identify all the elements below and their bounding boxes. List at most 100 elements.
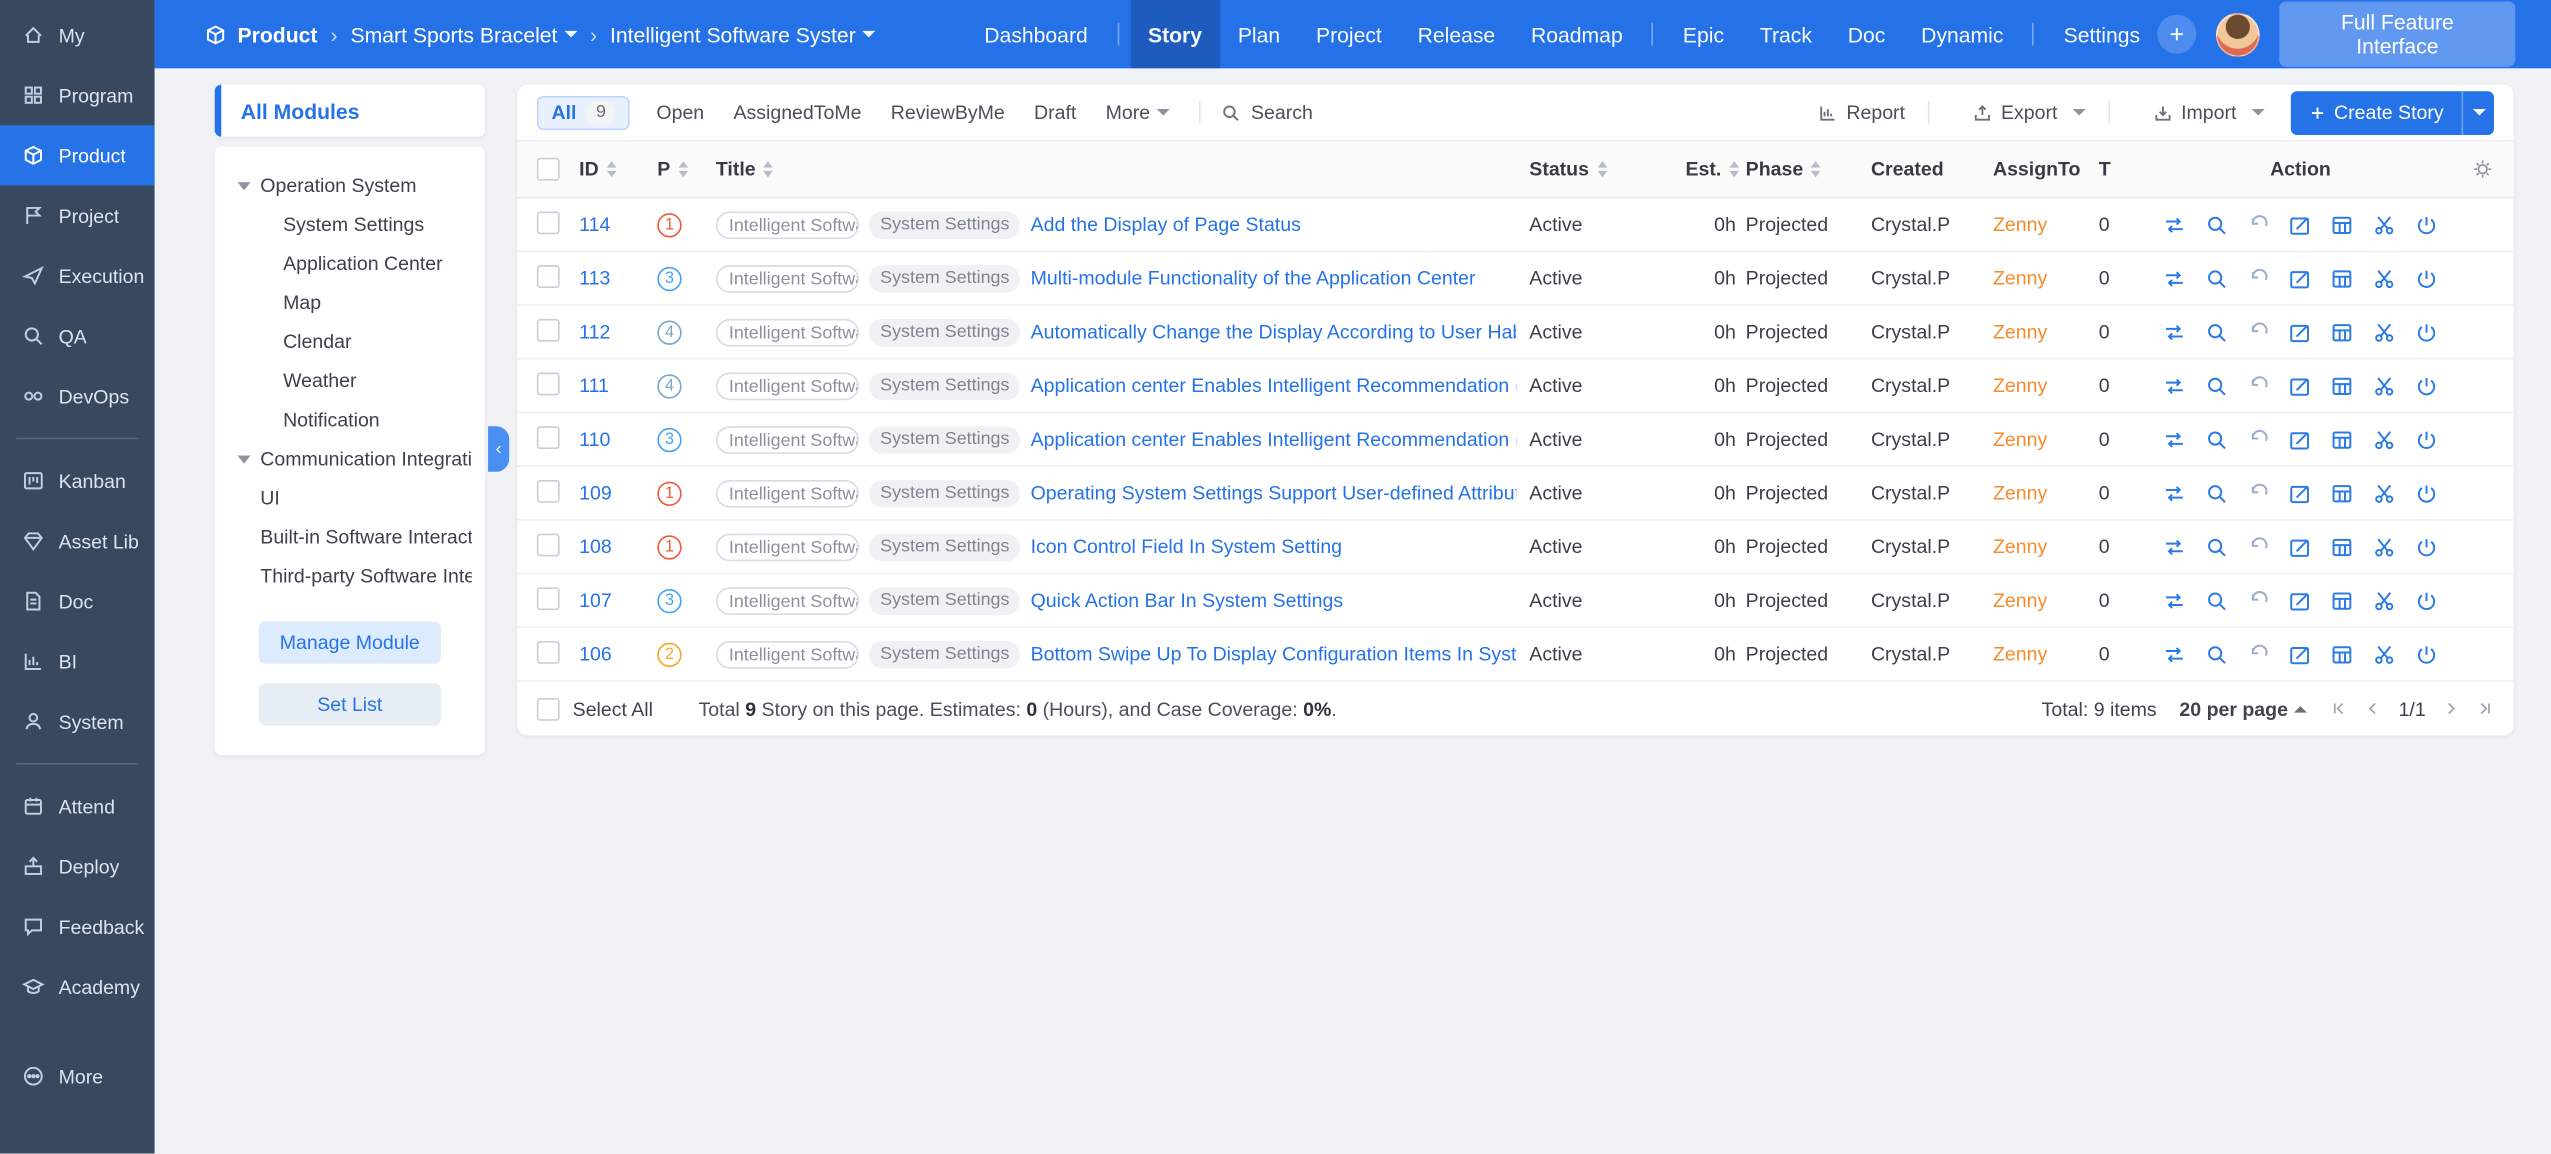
story-id-link[interactable]: 114 (579, 213, 657, 236)
module-tree-item[interactable]: Notification (228, 400, 472, 439)
change-icon[interactable] (2162, 534, 2186, 558)
create-case-icon[interactable] (2330, 320, 2354, 344)
breadcrumb-product-select[interactable]: Smart Sports Bracelet (351, 22, 577, 46)
subdivide-icon[interactable] (2372, 427, 2396, 451)
next-page-button[interactable] (2442, 700, 2460, 718)
tab-more[interactable]: More (1106, 101, 1170, 124)
sidebar-item[interactable]: More (0, 1046, 155, 1106)
create-case-icon[interactable] (2330, 588, 2354, 612)
story-title-link[interactable]: Bottom Swipe Up To Display Configuration… (1031, 643, 1517, 666)
module-tree-item[interactable]: Map (228, 283, 472, 322)
change-icon[interactable] (2162, 481, 2186, 505)
change-icon[interactable] (2162, 373, 2186, 397)
recall-icon[interactable] (2246, 427, 2270, 451)
change-icon[interactable] (2162, 588, 2186, 612)
edit-icon[interactable] (2288, 212, 2312, 236)
close-icon[interactable] (2414, 642, 2438, 666)
per-page-select[interactable]: 20 per page (2179, 697, 2307, 720)
prev-page-button[interactable] (2364, 700, 2382, 718)
story-title-link[interactable]: Automatically Change the Display Accordi… (1031, 321, 1517, 344)
close-icon[interactable] (2414, 427, 2438, 451)
row-checkbox[interactable] (537, 264, 560, 287)
story-id-link[interactable]: 108 (579, 535, 657, 558)
sidebar-item[interactable]: My (0, 5, 155, 65)
tab-review-by-me[interactable]: ReviewByMe (891, 101, 1005, 124)
edit-icon[interactable] (2288, 266, 2312, 290)
edit-icon[interactable] (2288, 588, 2312, 612)
create-case-icon[interactable] (2330, 534, 2354, 558)
create-case-icon[interactable] (2330, 373, 2354, 397)
column-id[interactable]: ID (579, 158, 657, 181)
recall-icon[interactable] (2246, 373, 2270, 397)
first-page-button[interactable] (2330, 700, 2348, 718)
sort-icon[interactable] (1811, 161, 1821, 177)
footer-select-all-checkbox[interactable] (537, 697, 560, 720)
edit-icon[interactable] (2288, 427, 2312, 451)
import-button[interactable]: Import (2152, 101, 2264, 124)
sidebar-item[interactable]: QA (0, 306, 155, 366)
change-icon[interactable] (2162, 427, 2186, 451)
edit-icon[interactable] (2288, 534, 2312, 558)
change-icon[interactable] (2162, 642, 2186, 666)
row-checkbox[interactable] (537, 533, 560, 556)
recall-icon[interactable] (2246, 266, 2270, 290)
sidebar-item[interactable]: Academy (0, 957, 155, 1017)
story-title-link[interactable]: Application center Enables Intelligent R… (1031, 428, 1517, 451)
select-all-checkbox[interactable] (537, 158, 560, 181)
review-icon[interactable] (2204, 588, 2228, 612)
story-id-link[interactable]: 109 (579, 482, 657, 505)
recall-icon[interactable] (2246, 212, 2270, 236)
story-title-link[interactable]: Quick Action Bar In System Settings (1031, 589, 1517, 612)
sidebar-item[interactable]: Asset Lib (0, 511, 155, 571)
review-icon[interactable] (2204, 642, 2228, 666)
column-created[interactable]: Created (1871, 158, 1993, 181)
row-checkbox[interactable] (537, 587, 560, 610)
module-tree-item[interactable]: Third-party Software Interaction (228, 556, 472, 595)
column-status[interactable]: Status (1529, 158, 1684, 181)
nav-dashboard[interactable]: Dashboard (966, 0, 1105, 68)
sort-icon[interactable] (678, 161, 688, 177)
sort-icon[interactable] (1597, 161, 1607, 177)
column-t[interactable]: T (2099, 158, 2156, 181)
sidebar-item[interactable]: Execution (0, 246, 155, 306)
avatar[interactable] (2216, 12, 2260, 56)
create-case-icon[interactable] (2330, 427, 2354, 451)
sidebar-item[interactable]: Doc (0, 571, 155, 631)
sidebar-item[interactable]: BI (0, 631, 155, 691)
report-button[interactable]: Report (1817, 101, 1905, 124)
recall-icon[interactable] (2246, 481, 2270, 505)
nav-settings[interactable]: Settings (2046, 0, 2158, 68)
sort-icon[interactable] (607, 161, 617, 177)
row-checkbox[interactable] (537, 425, 560, 448)
story-id-link[interactable]: 113 (579, 267, 657, 290)
review-icon[interactable] (2204, 373, 2228, 397)
review-icon[interactable] (2204, 427, 2228, 451)
module-tree-item[interactable]: Clendar (228, 322, 472, 361)
tab-draft[interactable]: Draft (1034, 101, 1076, 124)
nav-epic[interactable]: Epic (1665, 0, 1742, 68)
manage-module-button[interactable]: Manage Module (259, 621, 441, 663)
module-tree-item[interactable]: Operation System (228, 166, 472, 205)
sidebar-item[interactable]: DevOps (0, 366, 155, 426)
close-icon[interactable] (2414, 481, 2438, 505)
edit-icon[interactable] (2288, 481, 2312, 505)
review-icon[interactable] (2204, 212, 2228, 236)
column-title[interactable]: Title (716, 158, 1529, 181)
sidebar-item[interactable]: System (0, 691, 155, 751)
recall-icon[interactable] (2246, 588, 2270, 612)
sidebar-item[interactable]: Deploy (0, 836, 155, 896)
row-checkbox[interactable] (537, 318, 560, 341)
story-title-link[interactable]: Multi-module Functionality of the Applic… (1031, 267, 1517, 290)
close-icon[interactable] (2414, 212, 2438, 236)
close-icon[interactable] (2414, 266, 2438, 290)
nav-story[interactable]: Story (1130, 0, 1220, 68)
nav-roadmap[interactable]: Roadmap (1513, 0, 1641, 68)
full-feature-interface-button[interactable]: Full Feature Interface (2280, 2, 2516, 67)
story-title-link[interactable]: Application center Enables Intelligent R… (1031, 374, 1517, 397)
change-icon[interactable] (2162, 320, 2186, 344)
panel-collapse-handle[interactable]: ‹ (488, 426, 509, 472)
story-title-link[interactable]: Add the Display of Page Status (1031, 213, 1517, 236)
subdivide-icon[interactable] (2372, 642, 2396, 666)
sidebar-item[interactable]: Program (0, 65, 155, 125)
sidebar-item[interactable]: Kanban (0, 451, 155, 511)
